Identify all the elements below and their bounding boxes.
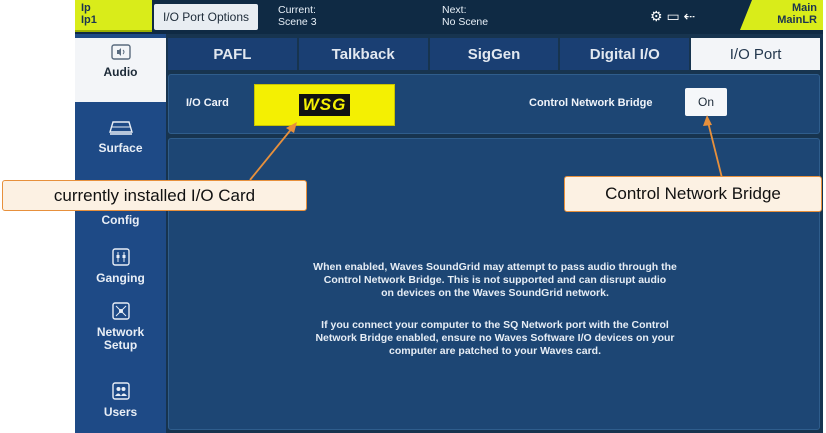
cnb-callout: Control Network Bridge [564, 176, 822, 212]
io-card-arrow-line [249, 126, 294, 181]
annotation-arrows [249, 115, 723, 181]
io-card-callout: currently installed I/O Card [2, 180, 307, 211]
cnb-arrow-line [707, 121, 723, 179]
io-card-arrowhead [286, 122, 297, 133]
cnb-arrowhead [703, 115, 712, 126]
